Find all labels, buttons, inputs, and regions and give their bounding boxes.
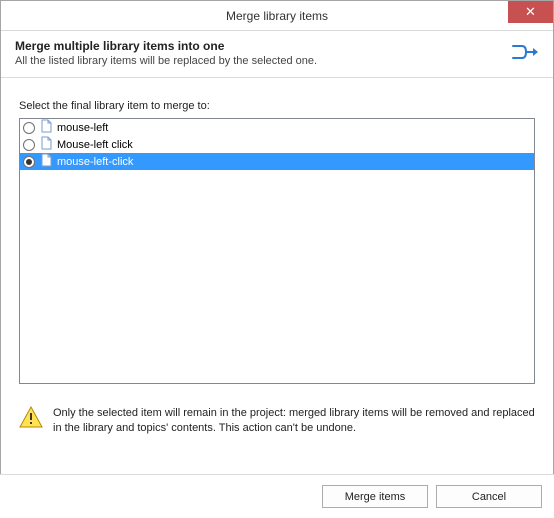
header-subheading: All the listed library items will be rep… <box>15 55 317 67</box>
file-icon <box>39 136 53 153</box>
item-listbox[interactable]: mouse-left Mouse-left click mouse-left-cli… <box>19 118 535 384</box>
file-icon <box>39 119 53 136</box>
list-item-label: Mouse-left click <box>57 139 133 151</box>
merge-items-button[interactable]: Merge items <box>322 485 428 508</box>
radio-button[interactable] <box>23 122 35 134</box>
list-item-label: mouse-left <box>57 122 108 134</box>
close-button[interactable]: ✕ <box>508 1 553 23</box>
cancel-button[interactable]: Cancel <box>436 485 542 508</box>
list-item[interactable]: mouse-left-click <box>20 153 534 170</box>
header-heading: Merge multiple library items into one <box>15 39 317 53</box>
list-item[interactable]: mouse-left <box>20 119 534 136</box>
dialog-footer: Merge items Cancel <box>0 474 554 518</box>
warning-text: Only the selected item will remain in th… <box>53 406 535 436</box>
list-item[interactable]: Mouse-left click <box>20 136 534 153</box>
instruction-label: Select the final library item to merge t… <box>19 100 535 112</box>
radio-button[interactable] <box>23 139 35 151</box>
close-icon: ✕ <box>525 4 536 20</box>
radio-button[interactable] <box>23 156 35 168</box>
dialog-header: Merge multiple library items into one Al… <box>1 31 553 78</box>
warning-icon <box>19 406 43 428</box>
file-icon <box>39 153 53 170</box>
merge-icon <box>511 41 539 63</box>
window-title: Merge library items <box>226 9 328 23</box>
titlebar: Merge library items ✕ <box>1 1 553 31</box>
list-item-label: mouse-left-click <box>57 156 133 168</box>
